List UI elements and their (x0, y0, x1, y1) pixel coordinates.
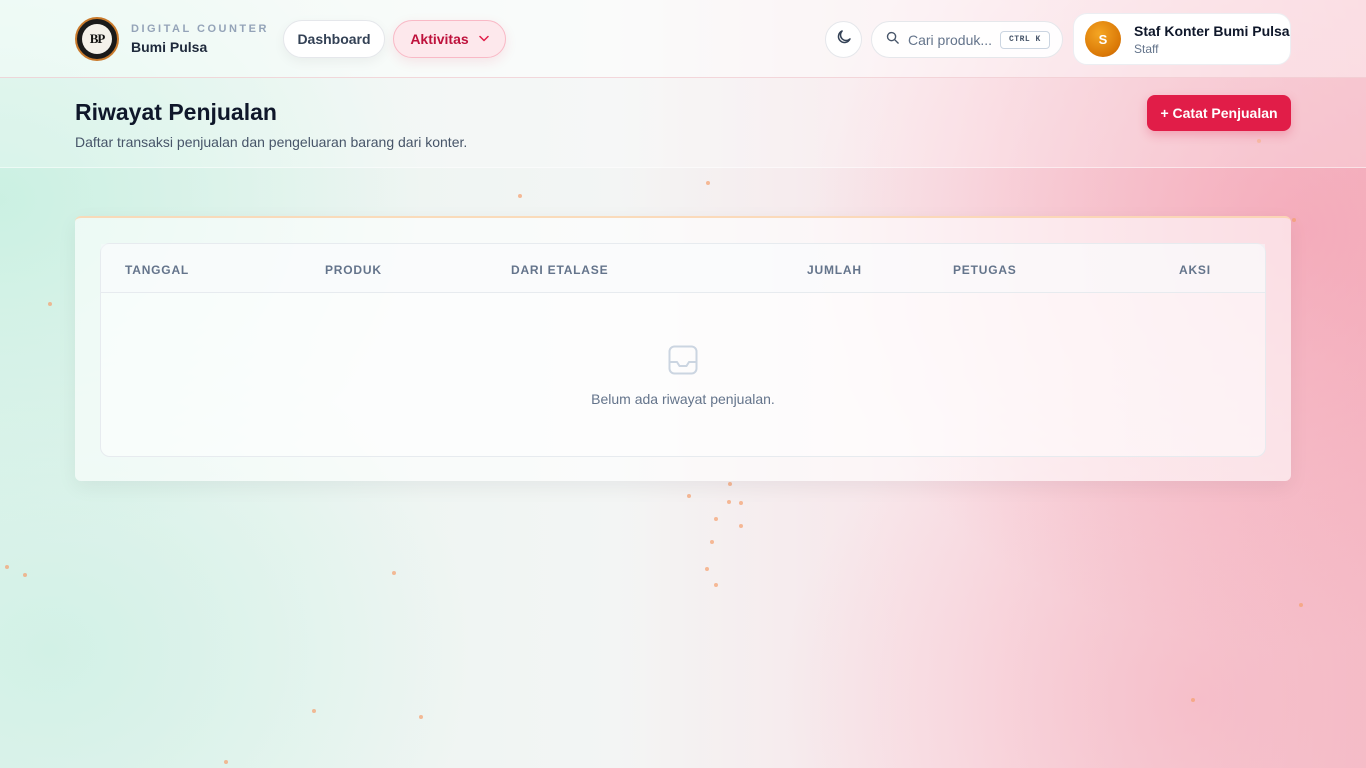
column-header-jumlah: JUMLAH (807, 263, 862, 277)
column-header-aksi: AKSI (1179, 263, 1211, 277)
brand-subtitle: DIGITAL COUNTER (131, 23, 269, 35)
nav-dashboard-button[interactable]: Dashboard (283, 20, 385, 58)
page-header: Riwayat Penjualan Daftar transaksi penju… (0, 78, 1366, 168)
column-header-petugas: PETUGAS (953, 263, 1017, 277)
user-role: Staff (1134, 41, 1159, 56)
nav-aktivitas-dropdown[interactable]: Aktivitas (393, 20, 506, 58)
moon-icon (835, 28, 853, 51)
column-header-dari-etalase: DARI ETALASE (511, 263, 609, 277)
page-subtitle: Daftar transaksi penjualan dan pengeluar… (75, 134, 468, 150)
column-header-tanggal: TANGGAL (125, 263, 190, 277)
avatar: S (1085, 21, 1121, 57)
brand-logo-text: BP (82, 24, 112, 54)
empty-state-message: Belum ada riwayat penjualan. (591, 391, 775, 407)
search-icon (885, 30, 900, 50)
search-box[interactable]: CTRL K (871, 21, 1063, 58)
chevron-down-icon (478, 34, 489, 45)
top-navbar: BP DIGITAL COUNTER Bumi Pulsa Dashboard … (0, 0, 1366, 78)
inbox-icon (668, 345, 698, 380)
search-shortcut-badge: CTRL K (1000, 30, 1050, 49)
sales-table: TANGGAL PRODUK DARI ETALASE JUMLAH PETUG… (100, 243, 1266, 457)
brand[interactable]: BP DIGITAL COUNTER Bumi Pulsa (75, 17, 269, 61)
column-header-produk: PRODUK (325, 263, 382, 277)
brand-logo: BP (75, 17, 119, 61)
brand-name: Bumi Pulsa (131, 39, 208, 55)
page-title: Riwayat Penjualan (75, 99, 277, 125)
nav-dashboard-label: Dashboard (297, 31, 371, 47)
user-profile-card[interactable]: S Staf Konter Bumi Pulsa Staff (1073, 13, 1291, 65)
nav-aktivitas-label: Aktivitas (410, 31, 469, 47)
table-header: TANGGAL PRODUK DARI ETALASE JUMLAH PETUG… (101, 244, 1265, 293)
theme-toggle-button[interactable] (825, 21, 862, 58)
sales-history-card: TANGGAL PRODUK DARI ETALASE JUMLAH PETUG… (75, 216, 1291, 481)
user-name: Staf Konter Bumi Pulsa (1134, 22, 1290, 39)
search-input[interactable] (908, 31, 992, 48)
add-sale-button[interactable]: + Catat Penjualan (1147, 95, 1291, 131)
